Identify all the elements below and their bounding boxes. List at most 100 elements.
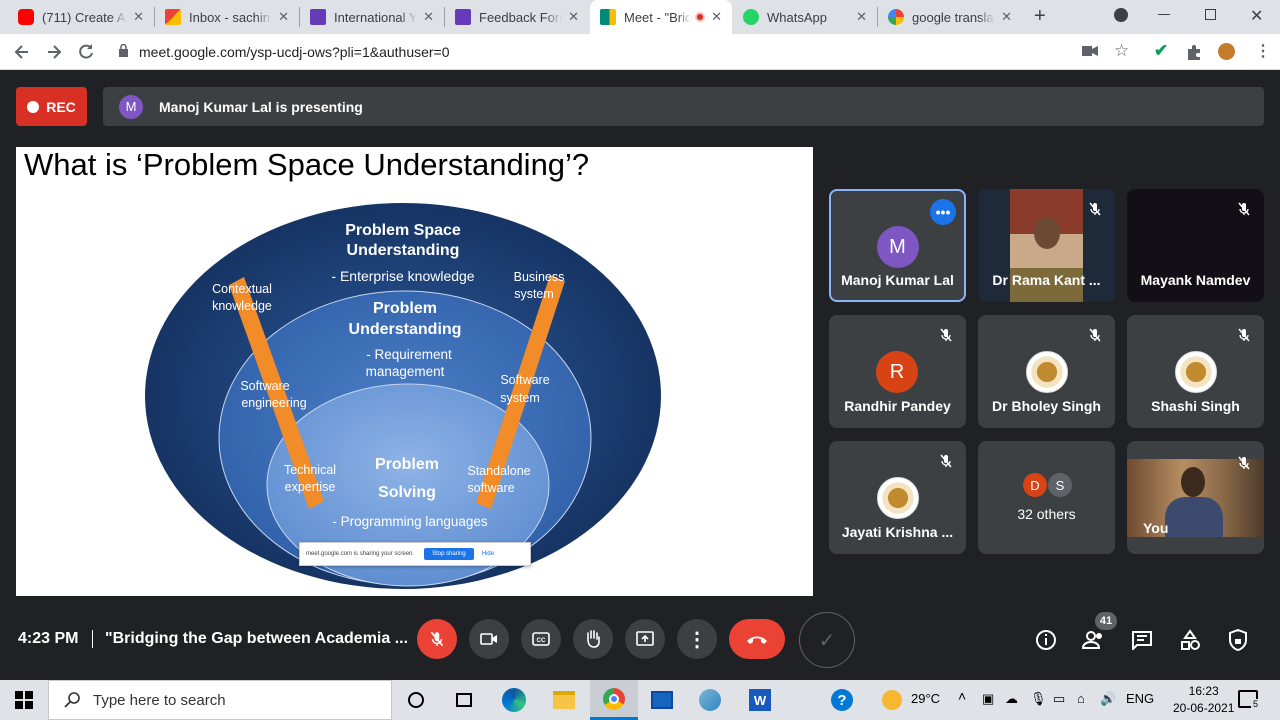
tab-gmail[interactable]: Inbox - sachin.ac@... ✕ [155, 0, 299, 34]
word-app[interactable]: W [736, 680, 784, 720]
tab-youtube[interactable]: (711) Create An Animated... ✕ [8, 0, 154, 34]
monitor-icon [651, 691, 673, 709]
url-bar[interactable]: meet.google.com/ysp-ucdj-ows?pli=1&authu… [110, 38, 1140, 66]
tab-meet[interactable]: Meet - "Bridging ✕ [590, 0, 732, 34]
help-app[interactable]: ? [818, 680, 866, 720]
edge-app[interactable] [490, 680, 538, 720]
avatar: R [876, 351, 918, 393]
close-icon[interactable]: ✕ [133, 9, 144, 25]
tab-feedback-form[interactable]: Feedback Form ✕ [445, 0, 589, 34]
close-icon[interactable]: ✕ [423, 9, 434, 25]
participant-tile[interactable]: Dr Bholey Singh [978, 315, 1115, 428]
profile-avatar[interactable] [1218, 43, 1235, 60]
business-1: Business [514, 270, 565, 284]
participant-tile[interactable]: Dr Rama Kant ... [978, 189, 1115, 302]
tab-search-icon[interactable] [1114, 8, 1128, 22]
participant-tile[interactable]: Shashi Singh [1127, 315, 1264, 428]
tab-title: WhatsApp [767, 9, 827, 25]
middle-sub-2: management [366, 364, 445, 379]
people-button[interactable] [1080, 626, 1108, 654]
minimize-icon[interactable] [1158, 14, 1170, 15]
stop-sharing-button[interactable]: Stop sharing [424, 548, 474, 560]
file-explorer-app[interactable] [540, 680, 588, 720]
raise-hand-button[interactable] [573, 619, 613, 659]
captions-button[interactable]: CC [521, 619, 561, 659]
tray-expand-icon[interactable]: ˄ [958, 688, 966, 704]
camera-toggle-button[interactable] [469, 619, 509, 659]
close-icon[interactable]: ✕ [711, 9, 722, 25]
hide-button[interactable]: Hide [482, 551, 494, 557]
camera-icon [480, 633, 497, 645]
checkmark-extension-icon[interactable]: ✔ [1154, 41, 1168, 61]
microphone-icon[interactable]: 🎙 [1030, 691, 1047, 707]
start-button[interactable] [0, 680, 48, 720]
inner-title-1: Problem [375, 456, 439, 473]
search-icon [64, 692, 80, 708]
more-options-button[interactable]: ⋮ [677, 619, 717, 659]
close-icon[interactable]: ✕ [568, 9, 579, 25]
participant-tile[interactable]: ••• M Manoj Kumar Lal [829, 189, 966, 302]
meeting-details-button[interactable] [1032, 626, 1060, 654]
outer-title-1: Problem Space [345, 222, 461, 239]
shield-lock-icon [1229, 629, 1247, 651]
meet-tray-icon[interactable]: ▣ [982, 691, 994, 707]
camera-in-use-icon[interactable] [1082, 45, 1098, 57]
browser-menu-icon[interactable]: ⋮ [1255, 41, 1271, 61]
tab-whatsapp[interactable]: WhatsApp ✕ [733, 0, 877, 34]
participant-tile[interactable]: Mayank Namdev [1127, 189, 1264, 302]
others-tile[interactable]: D S 32 others [978, 441, 1115, 554]
forms-icon [455, 9, 471, 25]
language-indicator[interactable]: ENG [1126, 691, 1154, 706]
battery-icon[interactable]: ▭ [1053, 691, 1065, 707]
extensions-puzzle-icon[interactable] [1186, 44, 1202, 60]
middle-title-2: Understanding [349, 321, 462, 338]
bookmark-star-icon[interactable]: ☆ [1114, 41, 1129, 61]
youtube-icon [18, 9, 34, 25]
network-icon[interactable]: ⌂ [1077, 691, 1085, 706]
more-vert-icon: ⋮ [687, 628, 707, 651]
participant-tile[interactable]: R Randhir Pandey [829, 315, 966, 428]
participant-name: Jayati Krishna ... [841, 524, 954, 540]
system-clock[interactable]: 16:23 20-06-2021 [1173, 683, 1234, 717]
activities-button[interactable] [1176, 626, 1204, 654]
forward-icon[interactable] [44, 42, 64, 62]
close-icon[interactable]: ✕ [856, 9, 867, 25]
leave-call-button[interactable] [729, 619, 785, 659]
reload-icon[interactable] [76, 42, 96, 62]
onedrive-icon[interactable]: ☁ [1005, 691, 1018, 707]
more-options-icon[interactable]: ••• [930, 199, 956, 225]
desktop-app[interactable] [638, 680, 686, 720]
tab-title: Inbox - sachin.ac@... [189, 9, 272, 25]
mic-toggle-button[interactable] [417, 619, 457, 659]
chrome-app[interactable] [590, 680, 638, 720]
mic-off-icon [1238, 456, 1250, 470]
close-icon[interactable]: ✕ [1001, 9, 1012, 25]
standalone-2: software [467, 481, 514, 495]
mic-off-icon [940, 328, 952, 342]
new-tab-button[interactable]: + [1034, 5, 1046, 28]
tab-yoga-form[interactable]: International Yoga Day ✕ [300, 0, 444, 34]
participant-tile[interactable]: Jayati Krishna ... [829, 441, 966, 554]
volume-icon[interactable]: 🔊 [1100, 691, 1116, 707]
host-controls-button[interactable] [1224, 626, 1252, 654]
task-view-button[interactable] [440, 680, 488, 720]
cortana-button[interactable] [392, 680, 440, 720]
emblem-avatar [1025, 351, 1068, 393]
chat-button[interactable] [1128, 626, 1156, 654]
self-tile[interactable]: You [1127, 441, 1264, 554]
word-icon: W [749, 689, 771, 711]
close-icon[interactable]: ✕ [278, 9, 289, 25]
taskbar-search-box[interactable]: Type here to search [48, 680, 392, 720]
windows-logo-icon [15, 691, 33, 709]
inner-sub: - Programming languages [332, 514, 488, 529]
back-icon[interactable] [12, 42, 32, 62]
present-screen-button[interactable] [625, 619, 665, 659]
softsys-2: system [500, 391, 540, 405]
snipping-app[interactable] [686, 680, 734, 720]
notification-count: 5 [1251, 699, 1261, 709]
participant-count-badge: 41 [1095, 612, 1117, 630]
window-close-icon[interactable]: ✕ [1250, 6, 1263, 26]
tab-google-translate[interactable]: google translate ✕ [878, 0, 1022, 34]
maximize-icon[interactable] [1205, 9, 1216, 20]
mic-off-icon [430, 631, 444, 647]
